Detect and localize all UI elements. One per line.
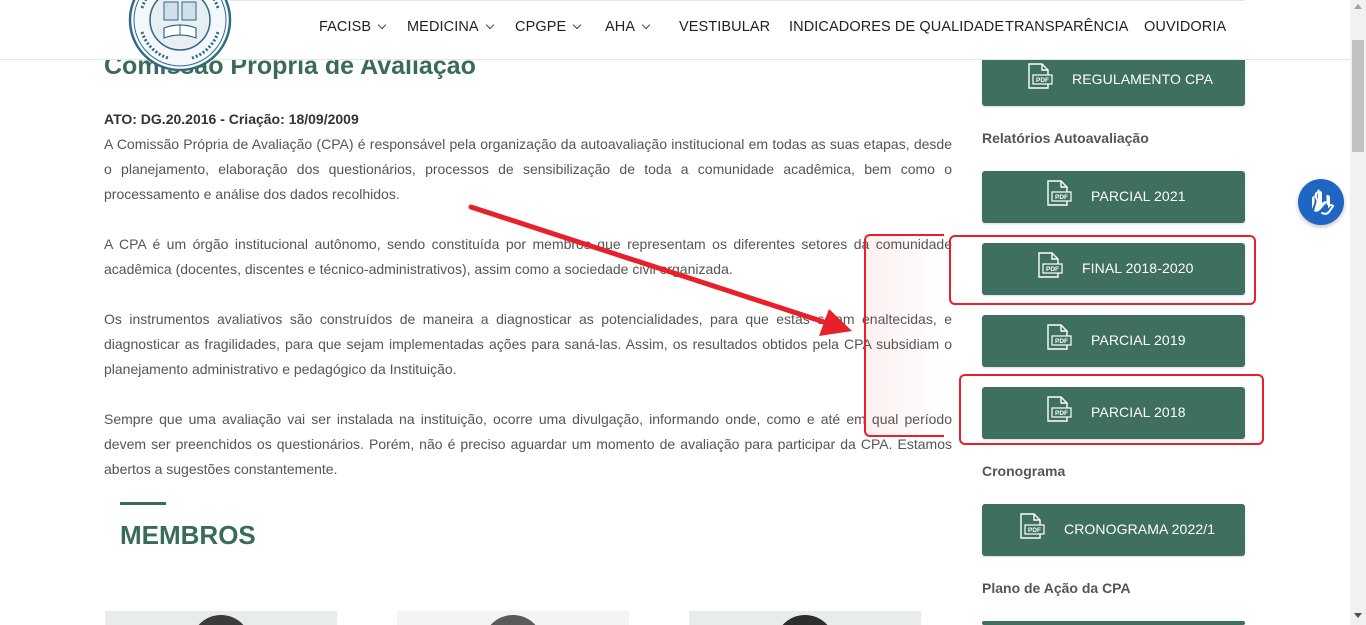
highlight-box-parcial-2018 (959, 374, 1264, 445)
button-label: PARCIAL 2021 (1091, 188, 1186, 204)
nav-item-indicadores[interactable]: INDICADORES DE QUALIDADE (789, 19, 1004, 35)
accessibility-sign-language-button[interactable] (1298, 179, 1344, 225)
svg-text:PDF: PDF (1028, 527, 1041, 534)
button-label: CRONOGRAMA 2022/1 (1064, 521, 1216, 537)
button-label: REGULAMENTO CPA (1072, 71, 1214, 87)
paragraph-autonomy: A CPA é um órgão institucional autônomo,… (104, 236, 952, 277)
member-photo (483, 615, 543, 625)
scroll-down-arrow-icon[interactable] (1354, 613, 1362, 618)
svg-text:PDF: PDF (1036, 77, 1049, 84)
members-section-title: MEMBROS (120, 520, 256, 550)
member-photo (775, 615, 835, 625)
regulamento-cpa-button[interactable]: PDF REGULAMENTO CPA (982, 54, 1245, 106)
members-title-accent (120, 502, 166, 505)
chevron-down-icon (573, 20, 582, 30)
relatorios-heading: Relatórios Autoavaliação (982, 130, 1149, 146)
nav-label: VESTIBULAR (679, 19, 771, 35)
institution-seal-logo[interactable] (128, 0, 232, 72)
pdf-file-icon: PDF (1028, 63, 1053, 89)
nav-label: AHA (605, 19, 636, 35)
nav-item-medicina[interactable]: MEDICINA (407, 19, 494, 35)
plano-acao-button[interactable] (982, 621, 1245, 625)
nav-item-cpgpe[interactable]: CPGPE (515, 19, 582, 35)
ato-creation-info: ATO: DG.20.2016 - Criação: 18/09/2009 (104, 111, 359, 127)
plano-acao-heading: Plano de Ação da CPA (982, 580, 1131, 596)
nav-label: FACISB (319, 19, 372, 35)
header-divider (230, 0, 1245, 1)
chevron-down-icon (485, 20, 494, 30)
member-photo (191, 615, 251, 625)
button-label: PARCIAL 2019 (1091, 332, 1186, 348)
member-card[interactable] (105, 611, 337, 625)
nav-item-aha[interactable]: AHA (605, 19, 651, 35)
nav-label: CPGPE (515, 19, 567, 35)
nav-item-facisb[interactable]: FACISB (319, 19, 387, 35)
relatorio-parcial-2019-button[interactable]: PDF PARCIAL 2019 (982, 315, 1245, 367)
highlight-box-final-2018-2020 (949, 235, 1256, 305)
chevron-down-icon (377, 20, 387, 30)
pdf-file-icon: PDF (1047, 180, 1072, 206)
nav-label: OUVIDORIA (1144, 19, 1227, 35)
nav-item-vestibular[interactable]: VESTIBULAR (679, 19, 770, 35)
svg-text:PDF: PDF (1055, 194, 1068, 201)
nav-label: MEDICINA (407, 19, 479, 35)
svg-text:PDF: PDF (1055, 338, 1068, 345)
pdf-file-icon: PDF (1020, 513, 1045, 539)
nav-label: TRANSPARÊNCIA (1005, 19, 1129, 35)
paragraph-participation: Sempre que uma avaliação vai ser instala… (104, 411, 952, 477)
scrollbar-thumb[interactable] (1352, 40, 1364, 152)
member-card[interactable] (397, 611, 629, 625)
sign-language-hands-icon (1312, 189, 1335, 215)
paragraph-intro: A Comissão Própria de Avaliação (CPA) é … (104, 136, 952, 202)
cronograma-2022-1-button[interactable]: PDF CRONOGRAMA 2022/1 (982, 504, 1245, 556)
pdf-file-icon: PDF (1047, 324, 1072, 350)
nav-label: INDICADORES DE QUALIDADE (789, 19, 1005, 35)
faded-highlight-region (864, 234, 944, 437)
paragraph-instruments: Os instrumentos avaliativos são construí… (104, 311, 952, 377)
scroll-up-arrow-icon[interactable] (1354, 4, 1362, 9)
member-card[interactable] (689, 611, 921, 625)
chevron-down-icon (641, 20, 651, 30)
cronograma-heading: Cronograma (982, 463, 1066, 479)
nav-item-transparencia[interactable]: TRANSPARÊNCIA (1005, 19, 1129, 35)
relatorio-parcial-2021-button[interactable]: PDF PARCIAL 2021 (982, 171, 1245, 223)
nav-item-ouvidoria[interactable]: OUVIDORIA (1144, 19, 1226, 35)
